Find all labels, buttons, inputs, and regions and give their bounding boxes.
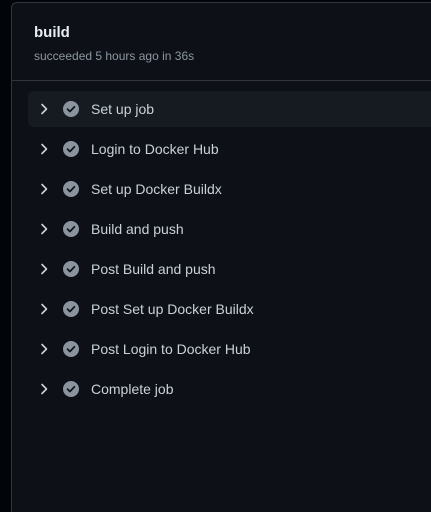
chevron-right-icon[interactable]: [36, 181, 52, 197]
step-row-post-login-to-docker-hub[interactable]: Post Login to Docker Hub: [28, 331, 431, 367]
step-label: Set up job: [91, 101, 155, 117]
step-label: Post Login to Docker Hub: [91, 341, 251, 357]
job-status: succeeded 5 hours ago in 36s: [34, 49, 195, 63]
step-label: Set up Docker Buildx: [91, 181, 222, 197]
step-label: Login to Docker Hub: [91, 141, 219, 157]
job-panel: build succeeded 5 hours ago in 36s Set u…: [11, 2, 431, 512]
check-circle-icon: [63, 381, 79, 397]
step-list: Set up job Login to Docker Hub Set up Do…: [12, 81, 431, 407]
step-row-post-build-and-push[interactable]: Post Build and push: [28, 251, 431, 287]
step-label: Build and push: [91, 221, 184, 237]
check-circle-icon: [63, 261, 79, 277]
check-circle-icon: [63, 301, 79, 317]
step-row-login-to-docker-hub[interactable]: Login to Docker Hub: [28, 131, 431, 167]
chevron-right-icon[interactable]: [36, 301, 52, 317]
check-circle-icon: [63, 141, 79, 157]
step-row-set-up-docker-buildx[interactable]: Set up Docker Buildx: [28, 171, 431, 207]
step-row-set-up-job[interactable]: Set up job: [28, 91, 431, 127]
check-circle-icon: [63, 181, 79, 197]
step-label: Complete job: [91, 381, 174, 397]
step-row-complete-job[interactable]: Complete job: [28, 371, 431, 407]
step-row-build-and-push[interactable]: Build and push: [28, 211, 431, 247]
chevron-right-icon[interactable]: [36, 381, 52, 397]
step-label: Post Build and push: [91, 261, 216, 277]
chevron-right-icon[interactable]: [36, 261, 52, 277]
chevron-right-icon[interactable]: [36, 221, 52, 237]
chevron-right-icon[interactable]: [36, 341, 52, 357]
check-circle-icon: [63, 101, 79, 117]
job-header: build succeeded 5 hours ago in 36s: [12, 3, 431, 81]
check-circle-icon: [63, 341, 79, 357]
check-circle-icon: [63, 221, 79, 237]
job-title: build: [34, 24, 70, 41]
chevron-right-icon[interactable]: [36, 101, 52, 117]
step-row-post-set-up-docker-buildx[interactable]: Post Set up Docker Buildx: [28, 291, 431, 327]
step-label: Post Set up Docker Buildx: [91, 301, 254, 317]
chevron-right-icon[interactable]: [36, 141, 52, 157]
